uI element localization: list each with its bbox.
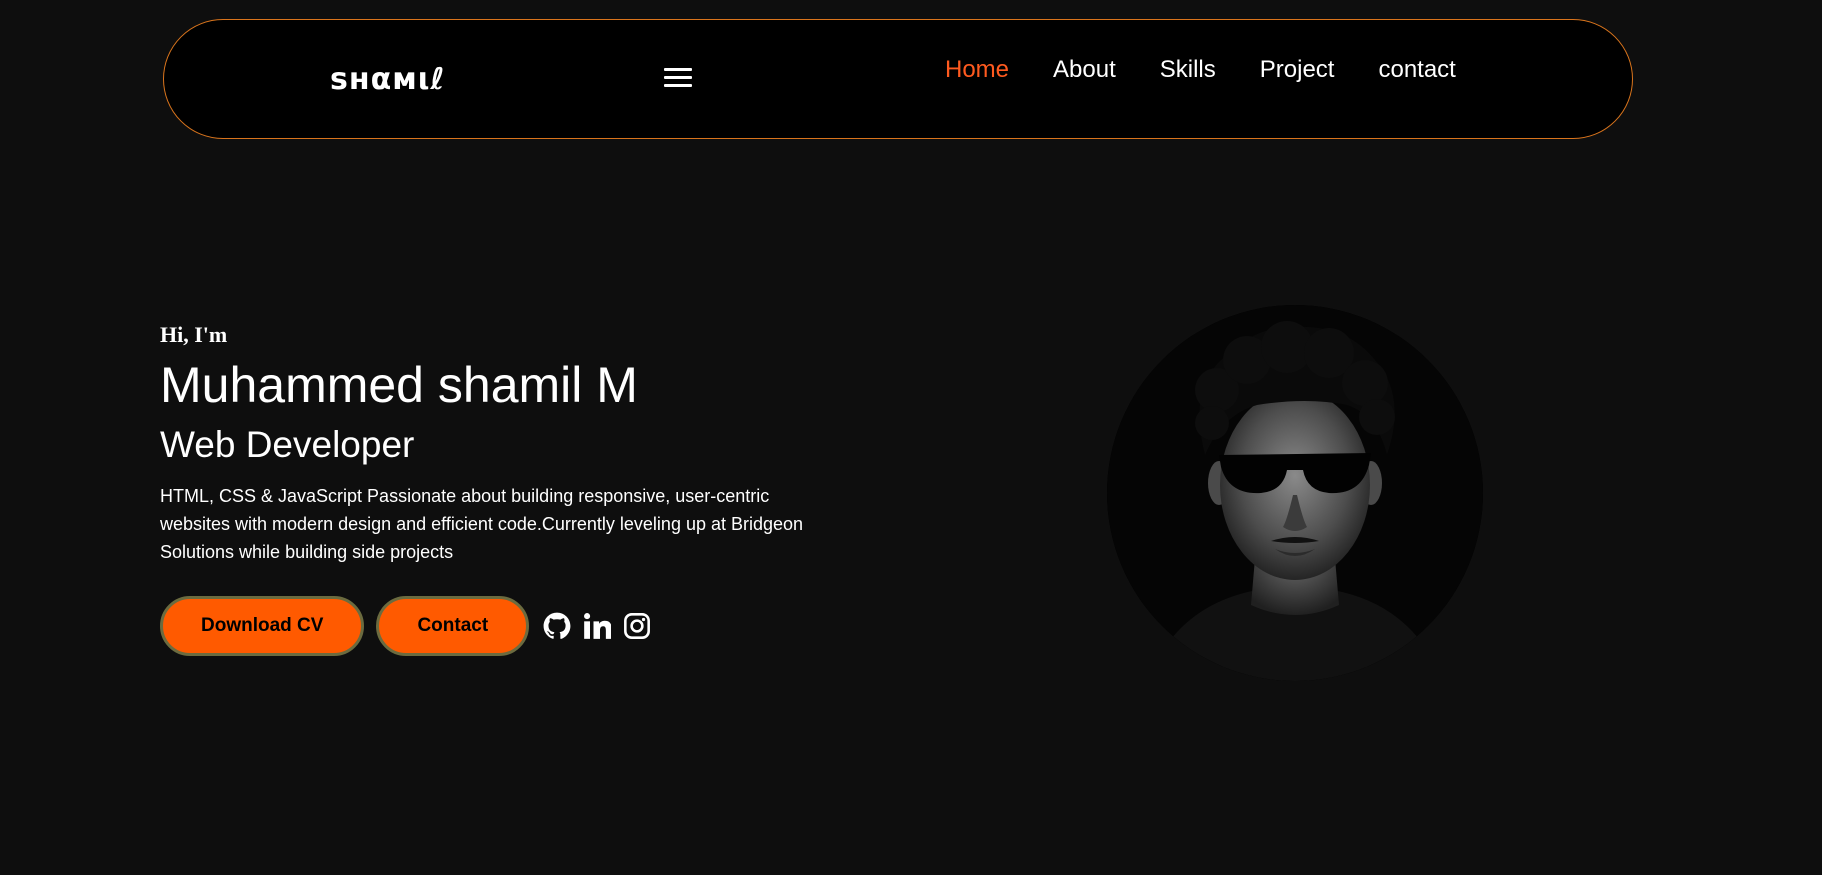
social-links	[543, 612, 663, 640]
hero-section: Hi, I'm Muhammed shamil M Web Developer …	[160, 322, 840, 656]
hero-description: HTML, CSS & JavaScript Passionate about …	[160, 485, 804, 562]
hero-role: Web Developer	[160, 424, 415, 465]
nav-link-project[interactable]: Project	[1260, 56, 1335, 84]
page: sнαмιℓ Home About Skills Project contact…	[0, 0, 1822, 875]
contact-button[interactable]: Contact	[376, 595, 530, 656]
nav-link-home[interactable]: Home	[945, 56, 1009, 84]
github-icon[interactable]	[543, 612, 571, 640]
download-cv-button[interactable]: Download CV	[160, 595, 365, 656]
hero-actions: Download CV Contact	[160, 595, 840, 656]
nav-link-about[interactable]: About	[1053, 56, 1116, 84]
greeting: Hi, I'm	[160, 322, 228, 347]
hamburger-menu-icon[interactable]	[664, 68, 692, 92]
navbar: sнαмιℓ Home About Skills Project contact	[163, 19, 1633, 139]
hero-name: Muhammed shamil M	[160, 357, 638, 413]
portrait-illustration	[1107, 305, 1483, 681]
linkedin-icon[interactable]	[583, 612, 612, 640]
nav-link-skills[interactable]: Skills	[1160, 56, 1216, 84]
nav-links: Home About Skills Project contact	[945, 56, 1500, 84]
instagram-icon[interactable]	[623, 612, 651, 640]
profile-photo	[1107, 305, 1483, 681]
nav-link-contact[interactable]: contact	[1378, 56, 1455, 84]
logo[interactable]: sнαмιℓ	[330, 62, 446, 97]
